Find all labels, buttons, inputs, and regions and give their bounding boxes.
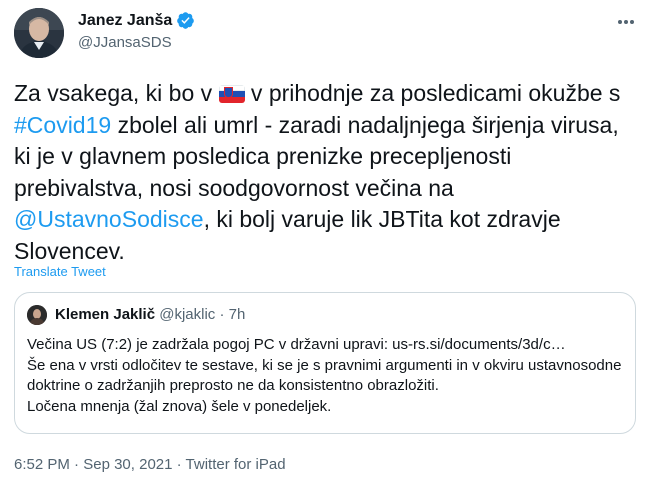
quoted-author-avatar [27, 305, 47, 325]
translate-tweet-link[interactable]: Translate Tweet [14, 264, 106, 279]
quoted-author-name: Klemen Jaklič [55, 306, 156, 323]
quoted-header: Klemen Jaklič @kjaklic · 7h [55, 306, 245, 323]
author-name-text: Janez Janša [78, 11, 173, 29]
more-dot-icon [624, 20, 628, 24]
quoted-tweet[interactable]: Klemen Jaklič @kjaklic · 7h Večina US (7… [14, 292, 636, 434]
quoted-time: 7h [228, 306, 246, 323]
tweet-source[interactable]: Twitter for iPad [186, 456, 286, 473]
hashtag-link[interactable]: #Covid19 [14, 112, 111, 138]
quoted-separator: · [219, 306, 225, 323]
tweet-text-part2: v prihodnje za posledicami okužbe s [244, 80, 621, 106]
author-name[interactable]: Janez Janša [78, 11, 195, 30]
quoted-text-line3: Ločena mnenja (žal znova) šele v ponedel… [27, 397, 332, 415]
mention-link[interactable]: @UstavnoSodisce [14, 206, 204, 232]
tweet-date[interactable]: Sep 30, 2021 [83, 456, 172, 473]
author-avatar-image [14, 8, 64, 58]
quoted-author-handle: @kjaklic [159, 306, 216, 323]
verified-badge-icon [177, 12, 195, 29]
quoted-text: Večina US (7:2) je zadržala pogoj PC v d… [27, 335, 623, 417]
tweet-metadata: 6:52 PM · Sep 30, 2021 · Twitter for iPa… [14, 456, 286, 473]
slovenia-flag-icon [218, 85, 245, 103]
metadata-separator: · [176, 456, 182, 473]
more-dot-icon [630, 20, 634, 24]
quoted-text-line1: Večina US (7:2) je zadržala pogoj PC v d… [27, 336, 566, 353]
author-handle[interactable]: @JJansaSDS [78, 34, 172, 51]
more-dot-icon [618, 20, 622, 24]
tweet-text: Za vsakega, ki bo v v prihodnje za posle… [14, 78, 638, 267]
tweet-text-part1: Za vsakega, ki bo v [14, 80, 219, 106]
tweet-time[interactable]: 6:52 PM [14, 456, 70, 473]
author-avatar[interactable] [14, 8, 64, 58]
metadata-separator: · [74, 456, 80, 473]
more-options-button[interactable] [614, 12, 638, 32]
quoted-text-line2: Še ena v vrsti odločitev te sestave, ki … [27, 356, 622, 395]
quoted-avatar-image [27, 305, 47, 325]
